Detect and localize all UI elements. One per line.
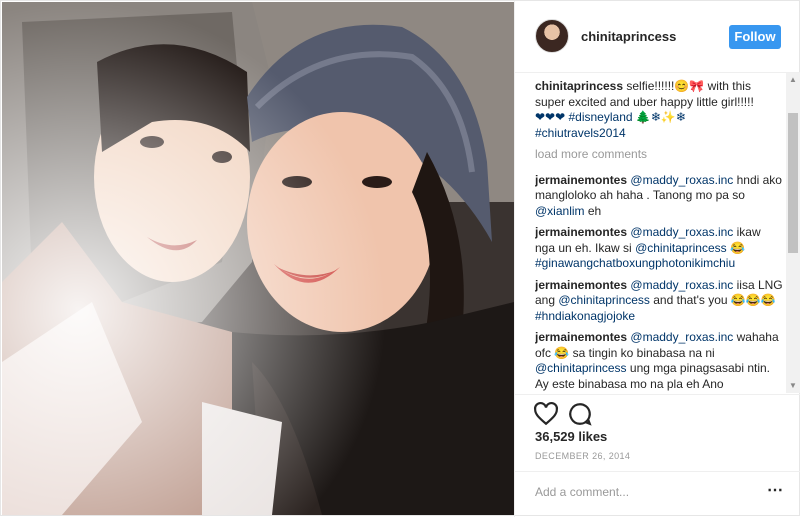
comment-username[interactable]: jermainemontes: [535, 225, 627, 239]
comment-mention[interactable]: @maddy_roxas.inc: [630, 173, 733, 187]
comment-text: 😂: [726, 240, 745, 255]
caption-hashtag[interactable]: #chiutravels2014: [535, 126, 626, 140]
comment-text: eh: [584, 203, 602, 218]
comment-mention[interactable]: @maddy_roxas.inc: [630, 225, 733, 239]
caption-line-2[interactable]: ❤❤❤ #disneyland 🌲❄✨❄: [535, 110, 686, 124]
comment-mention[interactable]: @xianlim: [535, 204, 585, 218]
post-side-panel: chinitaprincess Follow chinitaprincess s…: [514, 1, 800, 517]
comment-username[interactable]: jermainemontes: [535, 278, 627, 292]
more-options-icon[interactable]: ⋯: [765, 482, 785, 502]
comments-list: chinitaprincess selfie!!!!!!😊🎀 with this…: [535, 79, 783, 394]
selfie-photo-illustration: [2, 2, 514, 515]
comment-mention[interactable]: @chinitaprincess: [635, 241, 727, 255]
add-comment-input[interactable]: [535, 485, 755, 499]
comment-mention[interactable]: @maddy_roxas.inc: [630, 278, 733, 292]
comment-icon[interactable]: [567, 401, 593, 427]
comments-scrollbar[interactable]: ▲ ▼: [786, 73, 800, 393]
comment-username[interactable]: jermainemontes: [535, 173, 627, 187]
likes-count[interactable]: 36,529 likes: [535, 429, 607, 444]
scroll-down-arrow-icon[interactable]: ▼: [786, 379, 800, 393]
comment-mention[interactable]: @chinitaprincess: [558, 293, 650, 307]
post-photo[interactable]: [2, 2, 514, 515]
post-username[interactable]: chinitaprincess: [581, 29, 676, 44]
follow-button[interactable]: Follow: [729, 25, 781, 49]
comment-text: and that's you 😂😂😂: [649, 293, 776, 307]
caption-username[interactable]: chinitaprincess: [535, 79, 623, 93]
comment-hashtag[interactable]: #hndiakonagjojoke: [535, 309, 635, 323]
heart-icon[interactable]: [533, 401, 559, 427]
comment-item: jermainemontes @maddy_roxas.inc wahaha o…: [535, 330, 783, 392]
post-date[interactable]: DECEMBER 26, 2014: [535, 451, 630, 461]
caption: chinitaprincess selfie!!!!!!😊🎀 with this…: [535, 79, 783, 141]
scroll-up-arrow-icon[interactable]: ▲: [786, 73, 800, 87]
comment-mention[interactable]: @chinitaprincess: [535, 361, 627, 375]
comment-item: jermainemontes @maddy_roxas.inc ikaw nga…: [535, 225, 783, 272]
comment-hashtag[interactable]: #ginawangchatboxungphotonikimchiu: [535, 256, 735, 270]
comment-mention[interactable]: @maddy_roxas.inc: [630, 330, 733, 344]
comment-item: jermainemontes @maddy_roxas.inc iisa LNG…: [535, 278, 783, 325]
scrollbar-thumb[interactable]: [788, 113, 798, 253]
add-comment-bar: ⋯: [515, 471, 800, 515]
post-header: chinitaprincess Follow: [515, 1, 800, 73]
post-actions: [515, 394, 800, 434]
comment-username[interactable]: jermainemontes: [535, 330, 627, 344]
load-more-comments[interactable]: load more comments: [535, 147, 783, 163]
instagram-post: chinitaprincess Follow chinitaprincess s…: [0, 0, 800, 517]
avatar[interactable]: [535, 19, 569, 53]
comment-item: jermainemontes @maddy_roxas.inc hndi ako…: [535, 173, 783, 220]
